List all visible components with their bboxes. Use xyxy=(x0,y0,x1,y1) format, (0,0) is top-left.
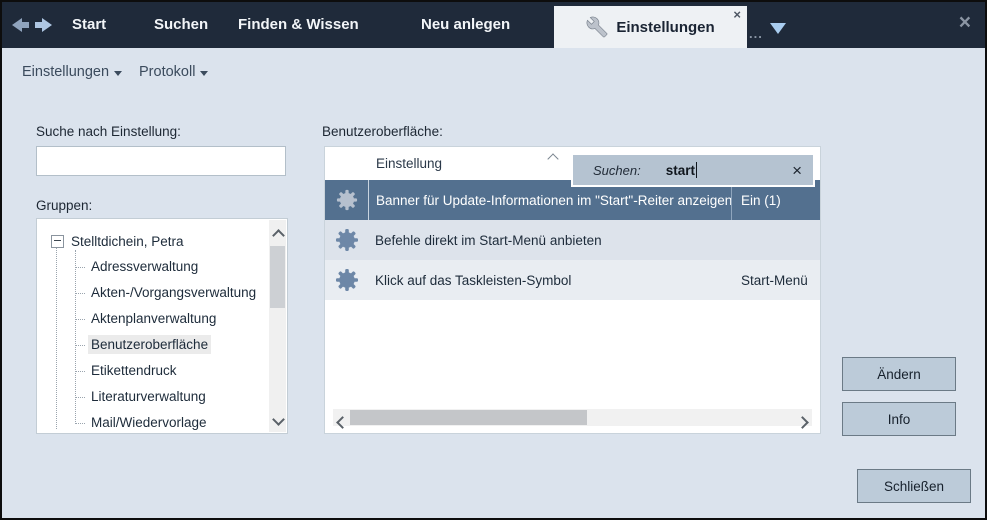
tree-item-label: Aktenplanverwaltung xyxy=(88,309,219,328)
setting-name: Klick auf das Taskleisten-Symbol xyxy=(368,260,732,300)
tab-list-dropdown-icon[interactable] xyxy=(770,23,786,34)
chevron-down-icon xyxy=(114,71,122,76)
back-arrow-icon[interactable] xyxy=(12,17,31,33)
schliessen-button[interactable]: Schließen xyxy=(857,469,971,503)
menu-protokoll-label: Protokoll xyxy=(139,64,195,80)
tree-item-etikettendruck[interactable]: Etikettendruck xyxy=(75,358,269,384)
tree-item-adressverwaltung[interactable]: Adressverwaltung xyxy=(75,254,269,280)
tree-trunk-line xyxy=(56,241,57,429)
tree-item-benutzeroberflaeche[interactable]: Benutzeroberfläche xyxy=(75,332,269,358)
menu-einstellungen-label: Einstellungen xyxy=(22,64,109,80)
tree-item-mail-wiedervorlage[interactable]: Mail/Wiedervorlage xyxy=(75,410,269,433)
tree-root-label: Stelltdichein, Petra xyxy=(71,234,184,249)
menu-protokoll[interactable]: Protokoll xyxy=(139,64,208,80)
wrench-icon xyxy=(586,16,608,38)
groups-label: Gruppen: xyxy=(36,198,92,213)
text-caret xyxy=(696,162,697,178)
tree-item-aktenplanverwaltung[interactable]: Aktenplanverwaltung xyxy=(75,306,269,332)
window-close-icon[interactable]: × xyxy=(959,11,971,35)
tab-close-icon[interactable]: × xyxy=(733,8,741,22)
tree-item-label: Mail/Wiedervorlage xyxy=(88,413,210,432)
menu-einstellungen[interactable]: Einstellungen xyxy=(22,64,122,80)
tab-bar: Start Suchen Finden & Wissen Neu anlegen… xyxy=(2,2,985,48)
scroll-right-icon[interactable] xyxy=(798,414,807,432)
setting-name: Befehle direkt im Start-Menü anbieten xyxy=(368,220,732,260)
tree-item-akten-vorgangsverwaltung[interactable]: Akten-/Vorgangsverwaltung xyxy=(75,280,269,306)
groups-tree: Stelltdichein, Petra Adressverwaltung Ak… xyxy=(36,218,288,434)
tree-root-item[interactable]: Stelltdichein, Petra xyxy=(51,228,269,254)
tab-einstellungen-active[interactable]: Einstellungen × xyxy=(554,6,747,48)
active-tab-label: Einstellungen xyxy=(616,19,714,36)
table-search-value[interactable]: start xyxy=(666,163,695,178)
scroll-down-icon[interactable] xyxy=(274,411,283,429)
tree-item-label: Benutzeroberfläche xyxy=(88,335,211,354)
tree-item-label: Adressverwaltung xyxy=(88,257,201,276)
setting-value: Start-Menü xyxy=(732,260,820,300)
table-search-box[interactable]: Suchen: start × xyxy=(571,153,815,187)
table-horizontal-scrollbar[interactable] xyxy=(333,409,812,426)
info-button[interactable]: Info xyxy=(842,402,956,436)
tree-children: Adressverwaltung Akten-/Vorgangsverwaltu… xyxy=(75,254,269,433)
app-window: Start Suchen Finden & Wissen Neu anlegen… xyxy=(0,0,987,520)
scroll-up-icon[interactable] xyxy=(274,227,283,245)
settings-table: Einstellung Suchen: start × Banner für U… xyxy=(324,146,821,434)
tab-start[interactable]: Start xyxy=(72,2,106,48)
chevron-down-icon xyxy=(200,71,208,76)
tab-neu-anlegen[interactable]: Neu anlegen xyxy=(421,2,510,48)
search-setting-label: Suche nach Einstellung: xyxy=(36,124,181,139)
gear-icon xyxy=(335,268,359,292)
scrollbar-thumb[interactable] xyxy=(270,246,285,308)
settings-group-title: Benutzeroberfläche: xyxy=(322,124,443,139)
gear-icon xyxy=(336,189,358,211)
scrollbar-thumb[interactable] xyxy=(350,410,587,425)
collapse-minus-icon[interactable] xyxy=(51,235,64,248)
column-header-einstellung[interactable]: Einstellung xyxy=(376,156,442,171)
tree-item-label: Akten-/Vorgangsverwaltung xyxy=(88,283,259,302)
aendern-button[interactable]: Ändern xyxy=(842,357,956,391)
sort-ascending-icon[interactable] xyxy=(547,153,558,164)
menu-bar: Einstellungen Protokoll xyxy=(2,48,985,92)
tree-item-label: Etikettendruck xyxy=(88,361,180,380)
forward-arrow-icon[interactable] xyxy=(33,17,52,33)
tree-item-label: Literaturverwaltung xyxy=(88,387,209,406)
gear-icon xyxy=(335,228,359,252)
tab-suchen[interactable]: Suchen xyxy=(154,2,208,48)
tree-scrollbar[interactable] xyxy=(269,220,286,432)
tab-overflow-dots: ... xyxy=(749,26,763,41)
tree-item-literaturverwaltung[interactable]: Literaturverwaltung xyxy=(75,384,269,410)
scroll-left-icon[interactable] xyxy=(338,414,347,432)
table-row[interactable]: Klick auf das Taskleisten-Symbol Start-M… xyxy=(325,260,820,300)
search-setting-input[interactable] xyxy=(36,146,286,176)
tab-finden-wissen[interactable]: Finden & Wissen xyxy=(238,2,359,48)
search-close-icon[interactable]: × xyxy=(792,163,802,178)
tree-content: Stelltdichein, Petra Adressverwaltung Ak… xyxy=(37,219,269,433)
setting-value xyxy=(732,220,820,260)
table-row[interactable]: Befehle direkt im Start-Menü anbieten xyxy=(325,220,820,260)
table-search-label: Suchen: xyxy=(593,163,641,178)
